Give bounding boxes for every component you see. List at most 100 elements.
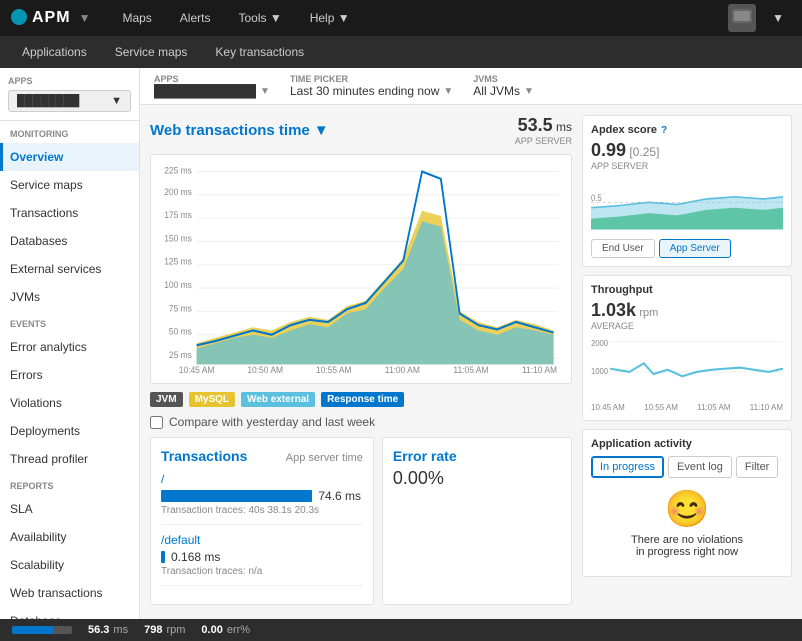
sidebar-item-web-transactions[interactable]: Web transactions xyxy=(0,579,139,607)
user-avatar[interactable] xyxy=(728,4,756,32)
transaction-meta-2: Transaction traces: n/a xyxy=(161,566,363,577)
svg-text:11:05 AM: 11:05 AM xyxy=(453,364,488,375)
throughput-svg: 2000 1000 xyxy=(591,331,783,401)
legend-mysql[interactable]: MySQL xyxy=(189,392,235,407)
apdex-info-icon[interactable]: ? xyxy=(661,125,667,136)
sidebar-item-service-maps[interactable]: Service maps xyxy=(0,171,139,199)
transaction-bar-2: 0.168 ms xyxy=(161,550,363,564)
toolbar-time-value[interactable]: Last 30 minutes ending now ▼ xyxy=(290,84,453,98)
status-error-rate: 0.00 err% xyxy=(201,624,250,636)
toolbar-jvms-arrow: ▼ xyxy=(524,86,534,97)
apps-label: APPS xyxy=(8,76,131,86)
svg-text:175 ms: 175 ms xyxy=(164,210,192,221)
sidebar-item-jvms[interactable]: JVMs xyxy=(0,283,139,311)
svg-text:225 ms: 225 ms xyxy=(164,165,192,176)
legend-jvm[interactable]: JVM xyxy=(150,392,183,407)
top-nav-items: Maps Alerts Tools ▼ Help ▼ xyxy=(110,5,728,31)
chart-sub-label: APP SERVER xyxy=(515,136,572,146)
chart-header: Web transactions time ▼ 53.5 ms APP SERV… xyxy=(150,115,572,146)
smiley-icon: 😊 xyxy=(601,488,773,530)
chart-title-arrow: ▼ xyxy=(314,122,329,139)
throughput-label-2: 10:55 AM xyxy=(644,403,678,412)
sidebar-item-external-services[interactable]: External services xyxy=(0,255,139,283)
bottom-panels: Transactions App server time / 74.6 ms T… xyxy=(150,437,572,605)
sidebar-item-scalability[interactable]: Scalability xyxy=(0,551,139,579)
chart-title-text: Web transactions time xyxy=(150,122,310,139)
svg-text:125 ms: 125 ms xyxy=(164,256,192,267)
chart-container: 225 ms 200 ms 175 ms 150 ms 125 ms 100 m… xyxy=(150,154,572,384)
transaction-bar-1: 74.6 ms xyxy=(161,489,363,503)
chart-main-unit: ms xyxy=(556,120,572,134)
new-relic-logo xyxy=(10,8,28,29)
transaction-meta-1: Transaction traces: 40s 38.1s 20.3s xyxy=(161,505,363,516)
throughput-avg-label: AVERAGE xyxy=(591,321,783,331)
app-dropdown-arrow: ▼ xyxy=(111,95,122,107)
toolbar-jvms-value[interactable]: All JVMs ▼ xyxy=(473,84,534,98)
top-navigation: APM ▼ Maps Alerts Tools ▼ Help ▼ ▼ xyxy=(0,0,802,36)
subnav-applications[interactable]: Applications xyxy=(10,41,99,63)
end-user-tab[interactable]: End User xyxy=(591,239,655,258)
content-area: Web transactions time ▼ 53.5 ms APP SERV… xyxy=(140,105,802,619)
sidebar-item-sla[interactable]: SLA xyxy=(0,495,139,523)
svg-text:10:45 AM: 10:45 AM xyxy=(179,364,215,375)
toolbar-apps-value[interactable]: ████████████ ▼ xyxy=(154,84,270,98)
svg-text:100 ms: 100 ms xyxy=(164,280,192,291)
apdex-label: Apdex score xyxy=(591,124,657,136)
main-layout: APPS ████████ ▼ MONITORING Overview Serv… xyxy=(0,68,802,619)
chart-title[interactable]: Web transactions time ▼ xyxy=(150,122,329,139)
transaction-bar-fill-1 xyxy=(161,490,312,502)
transactions-header: Transactions App server time xyxy=(161,448,363,464)
nav-maps[interactable]: Maps xyxy=(110,5,163,31)
sidebar-item-database[interactable]: Database xyxy=(0,607,139,619)
throughput-unit: rpm xyxy=(639,307,658,319)
sidebar-item-violations[interactable]: Violations xyxy=(0,389,139,417)
app-selector[interactable]: APPS ████████ ▼ xyxy=(0,68,139,121)
sidebar-item-availability[interactable]: Availability xyxy=(0,523,139,551)
event-log-button[interactable]: Event log xyxy=(668,456,732,478)
transactions-title[interactable]: Transactions xyxy=(161,448,247,464)
in-progress-button[interactable]: In progress xyxy=(591,456,664,478)
apdex-chart: 0.5 xyxy=(591,175,783,235)
sidebar: APPS ████████ ▼ MONITORING Overview Serv… xyxy=(0,68,140,619)
subnav-service-maps[interactable]: Service maps xyxy=(103,41,200,63)
app-server-tab[interactable]: App Server xyxy=(659,239,731,258)
nav-more-button[interactable]: ▼ xyxy=(764,7,792,29)
transaction-value-1: 74.6 ms xyxy=(318,489,361,503)
transaction-name-1[interactable]: / xyxy=(161,472,363,486)
sidebar-item-deployments[interactable]: Deployments xyxy=(0,417,139,445)
sidebar-item-errors[interactable]: Errors xyxy=(0,361,139,389)
sidebar-item-overview[interactable]: Overview xyxy=(0,143,139,171)
apdex-title: Apdex score ? xyxy=(591,124,783,136)
table-row: / 74.6 ms Transaction traces: 40s 38.1s … xyxy=(161,472,363,525)
status-bar: 56.3 ms 798 rpm 0.00 err% xyxy=(0,619,802,641)
toolbar-apps-label: APPS xyxy=(154,74,270,84)
app-dropdown[interactable]: ████████ ▼ xyxy=(8,90,131,112)
toolbar-jvms-label: JVMS xyxy=(473,74,534,84)
compare-checkbox[interactable] xyxy=(150,416,163,429)
sidebar-item-error-analytics[interactable]: Error analytics xyxy=(0,333,139,361)
no-violations-area: 😊 There are no violations in progress ri… xyxy=(591,478,783,568)
nav-help[interactable]: Help ▼ xyxy=(298,5,362,31)
filter-button[interactable]: Filter xyxy=(736,456,778,478)
brand-logo[interactable]: APM ▼ xyxy=(10,8,90,29)
brand-dropdown-arrow[interactable]: ▼ xyxy=(79,11,91,25)
sidebar-item-thread-profiler[interactable]: Thread profiler xyxy=(0,445,139,473)
svg-text:200 ms: 200 ms xyxy=(164,186,192,197)
application-activity-card: Application activity In progress Event l… xyxy=(582,429,792,577)
transaction-name-2[interactable]: /default xyxy=(161,533,363,547)
toolbar-time-text: Last 30 minutes ending now xyxy=(290,84,439,98)
throughput-chart: 2000 1000 xyxy=(591,331,783,401)
legend-response-time[interactable]: Response time xyxy=(321,392,404,407)
no-violations-text: There are no violations xyxy=(601,534,773,546)
sidebar-item-transactions[interactable]: Transactions xyxy=(0,199,139,227)
throughput-label-1: 10:45 AM xyxy=(591,403,625,412)
subnav-key-transactions[interactable]: Key transactions xyxy=(203,41,316,63)
error-rate-unit: % xyxy=(428,468,444,488)
nav-alerts[interactable]: Alerts xyxy=(168,5,223,31)
legend-web-external[interactable]: Web external xyxy=(241,392,315,407)
svg-text:150 ms: 150 ms xyxy=(164,233,192,244)
error-rate-panel: Error rate 0.00% xyxy=(382,437,572,605)
toolbar-apps: APPS ████████████ ▼ xyxy=(154,74,270,98)
nav-tools[interactable]: Tools ▼ xyxy=(226,5,293,31)
sidebar-item-databases[interactable]: Databases xyxy=(0,227,139,255)
